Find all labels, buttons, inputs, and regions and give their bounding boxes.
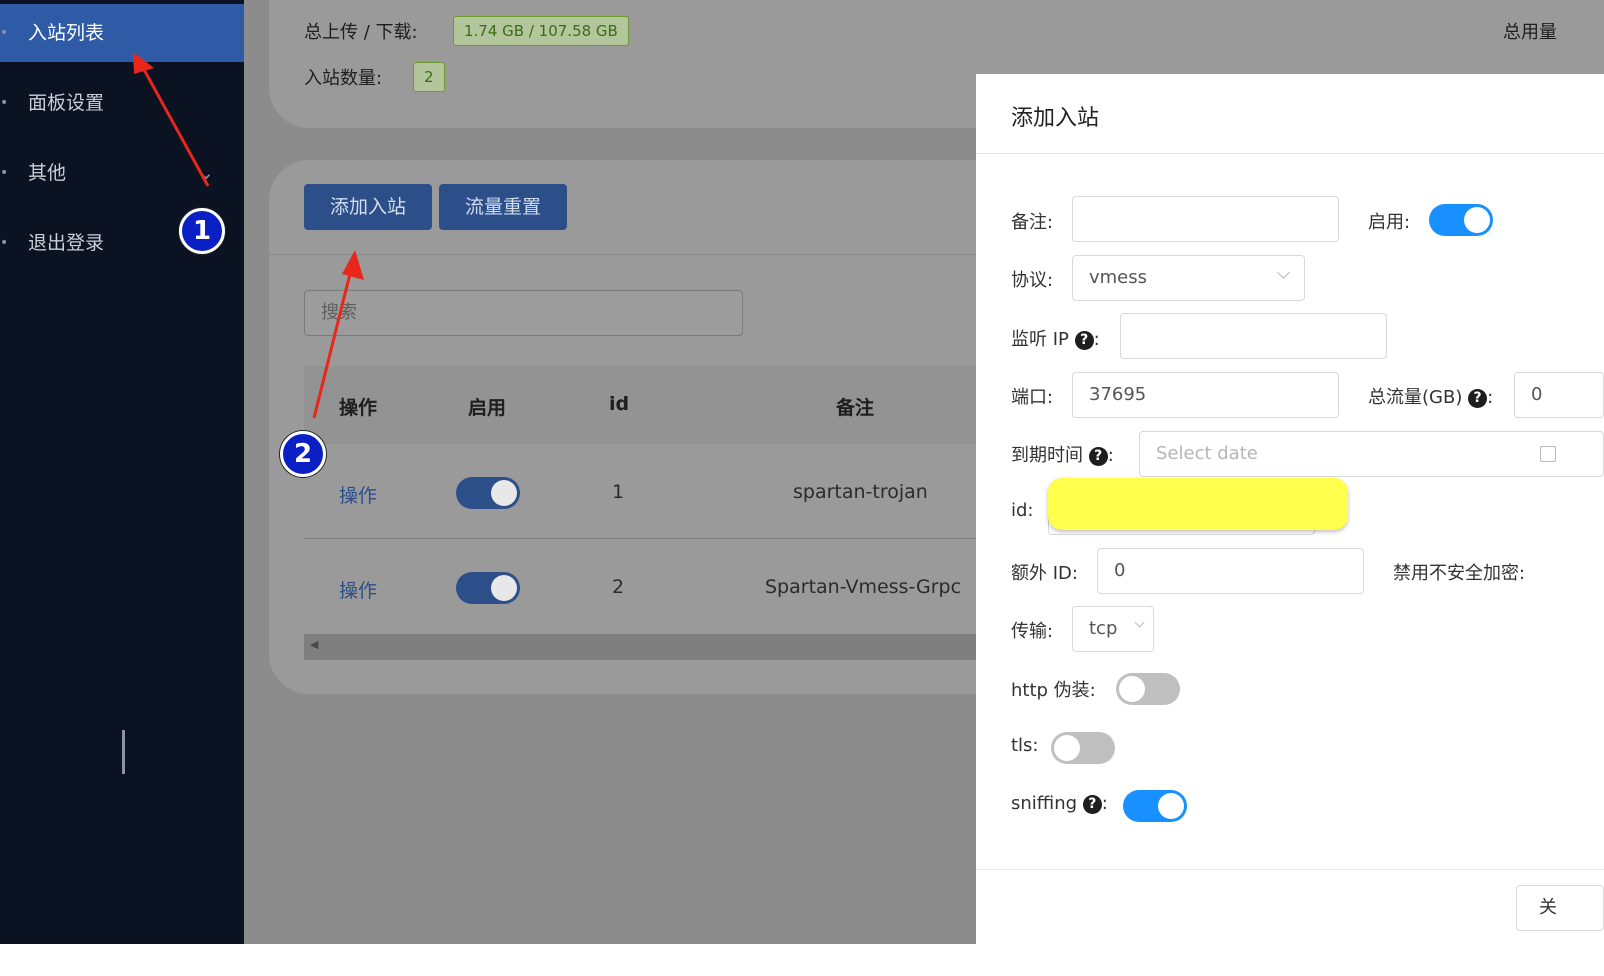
step-2-badge: 2 [280,431,326,477]
arrow-2-line [312,265,354,419]
arrow-1-head [133,52,154,74]
arrow-2-head [342,250,364,280]
step-1-badge: 1 [179,208,225,254]
annotation-arrows [133,52,364,419]
arrow-1-line [140,65,210,187]
